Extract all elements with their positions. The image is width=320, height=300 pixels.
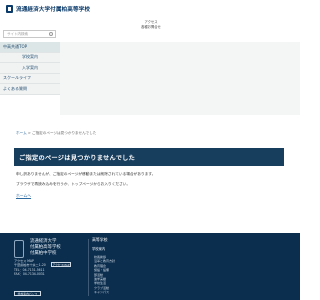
footer-address: 千葉県柏市十余二1-20 (14, 263, 46, 268)
footer-link[interactable]: キャンパス (94, 290, 115, 294)
breadcrumb-home-link[interactable]: ホーム (16, 131, 27, 135)
site-header: 流通経済大学付属柏高等学校 (0, 0, 300, 20)
footer-school-names: 流通経済大学 付属柏高等学校 付属柏中学校 (30, 239, 61, 257)
error-message-1: 申し訳ありませんが、ご指定のページが移動または削除されている場合があります。 (16, 172, 156, 176)
footer-fax: FAX：04-7134-0031 (14, 271, 45, 276)
error-banner: ご指定のページは見つかりませんでした (14, 148, 284, 166)
search-icon[interactable] (49, 32, 53, 36)
nav-item-top[interactable]: 中高共通TOP (0, 42, 60, 53)
site-logo[interactable]: 流通経済大学付属柏高等学校 (6, 5, 90, 13)
breadcrumb-current: ご指定のページは見つかりませんでした (31, 131, 97, 135)
site-footer: 流通経済大学 付属柏高等学校 付属柏中学校 アクセス MAP 千葉県柏市十余二1… (0, 233, 300, 300)
breadcrumb: ホーム > ご指定のページは見つかりませんでした (16, 131, 96, 136)
nav-item-schoollife[interactable]: スクールライフ (0, 73, 60, 84)
home-link[interactable]: ホームへ (16, 193, 31, 199)
error-message-2: ブラウザで再読み込みを行うか、トップページからお入りください。 (16, 182, 131, 186)
footer-divider (88, 239, 89, 296)
logo-text: 流通経済大学付属柏高等学校 (16, 7, 91, 13)
footer-links: 校長挨拶 沿革と教育方針 教育理念 施設・設備 部活動 進学実績 学校生活 クラ… (94, 255, 115, 295)
footer-subheading[interactable]: 学校案内 (92, 246, 105, 251)
footer-contact-info: アクセス MAP 千葉県柏市十余二1-20 TEL：04-7131-5611 F… (14, 259, 46, 276)
nav-item-faq[interactable]: よくある質問 (0, 84, 60, 95)
pamphlet-button[interactable]: 学校案内パンフ (14, 291, 41, 296)
page-title: ご指定のページは見つかりませんでした (19, 154, 136, 162)
site-search-input[interactable]: サイト内検索 (3, 30, 56, 38)
main-nav: 中高共通TOP 学校案内 入学案内 スクールライフ よくある質問 (0, 42, 60, 95)
nav-band (60, 42, 300, 115)
footer-crest-icon (14, 240, 24, 258)
footer-name-juniorhigh: 付属柏中学校 (30, 251, 57, 257)
nav-item-admission[interactable]: 入学案内 (0, 63, 60, 74)
access-contact-link[interactable]: アクセス 各種お問合せ (140, 20, 162, 29)
contact-label: 各種お問合せ (141, 24, 161, 29)
footer-heading: 高等学校 (92, 237, 108, 242)
search-placeholder: サイト内検索 (7, 32, 28, 36)
access-map-button[interactable]: アクセスMAP (51, 262, 71, 267)
nav-item-about[interactable]: 学校案内 (0, 52, 60, 63)
school-crest-icon (6, 5, 13, 13)
